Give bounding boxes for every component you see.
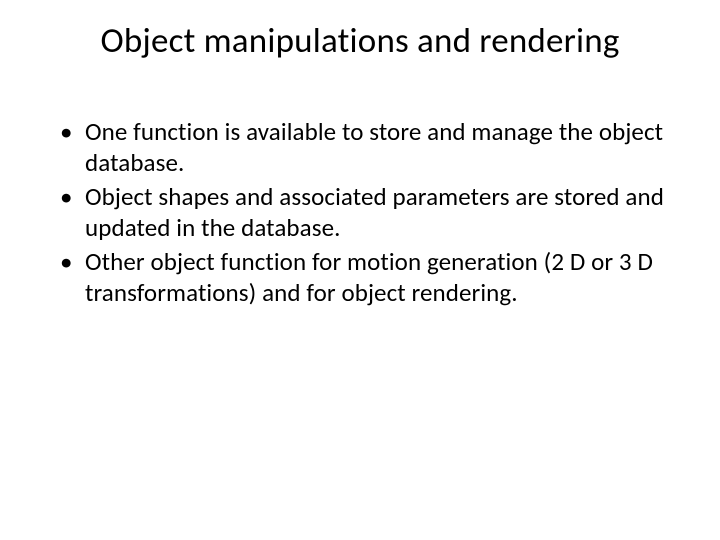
slide-title: Object manipulations and rendering	[40, 20, 680, 62]
list-item: Other object function for motion generat…	[60, 247, 680, 308]
list-item: One function is available to store and m…	[60, 117, 680, 178]
slide-content: Object manipulations and rendering One f…	[0, 0, 720, 540]
bullet-list: One function is available to store and m…	[40, 117, 680, 308]
list-item: Object shapes and associated parameters …	[60, 182, 680, 243]
